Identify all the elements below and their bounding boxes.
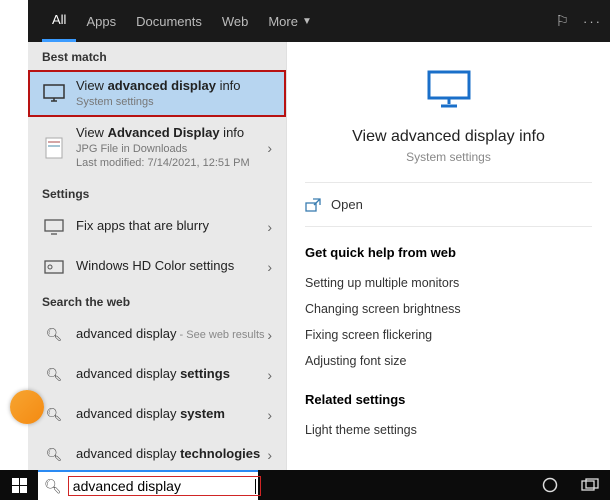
result-settings-2[interactable]: Windows HD Color settings › [28, 247, 286, 287]
open-icon [305, 198, 321, 212]
chevron-right-icon: › [267, 447, 272, 463]
monitor-icon [42, 82, 66, 106]
task-view-button[interactable] [570, 470, 610, 500]
result-title: Windows HD Color settings [76, 258, 267, 275]
chevron-down-icon: ▼ [302, 16, 312, 27]
more-options-icon[interactable]: ··· [583, 14, 602, 29]
chevron-right-icon: › [267, 259, 272, 275]
related-link[interactable]: Light theme settings [305, 417, 592, 443]
feedback-icon[interactable]: ⚐ [556, 12, 569, 30]
tab-apps[interactable]: Apps [76, 0, 126, 42]
result-title: advanced display settings [76, 366, 267, 383]
monitor-icon [427, 70, 471, 114]
search-results-panel: Best match View advanced display info Sy… [28, 42, 286, 470]
chevron-right-icon: › [267, 367, 272, 383]
monitor-icon [42, 215, 66, 239]
result-title: View Advanced Display info [76, 125, 267, 142]
section-search-web: Search the web [28, 287, 286, 315]
tab-all[interactable]: All [42, 0, 76, 42]
help-link[interactable]: Fixing screen flickering [305, 322, 592, 348]
help-link[interactable]: Setting up multiple monitors [305, 270, 592, 296]
text-cursor [255, 479, 256, 494]
detail-subtitle: System settings [305, 150, 592, 164]
chevron-right-icon: › [267, 327, 272, 343]
result-title: advanced display technologies [76, 446, 267, 463]
result-settings-1[interactable]: Fix apps that are blurry › [28, 207, 286, 247]
section-best-match: Best match [28, 42, 286, 70]
start-button[interactable] [0, 470, 38, 500]
result-web-4[interactable]: 🔍︎ advanced display technologies › [28, 435, 286, 470]
chevron-right-icon: › [267, 219, 272, 235]
cortana-button[interactable] [530, 470, 570, 500]
file-icon [42, 136, 66, 160]
section-settings: Settings [28, 179, 286, 207]
tab-more[interactable]: More▼ [258, 0, 322, 42]
result-subtitle: JPG File in Downloads [76, 142, 267, 156]
result-title: advanced display system [76, 406, 267, 423]
help-link[interactable]: Adjusting font size [305, 348, 592, 374]
result-best-match-2[interactable]: View Advanced Display info JPG File in D… [28, 117, 286, 178]
help-section-label: Get quick help from web [305, 245, 592, 260]
taskbar: 🔍︎ [0, 470, 610, 500]
search-icon: 🔍︎ [42, 323, 66, 347]
result-web-1[interactable]: 🔍︎ advanced display - See web results › [28, 315, 286, 355]
chevron-right-icon: › [267, 140, 272, 156]
notification-badge-icon[interactable] [10, 390, 44, 424]
result-subtitle-2: Last modified: 7/14/2021, 12:51 PM [76, 156, 267, 170]
help-link[interactable]: Changing screen brightness [305, 296, 592, 322]
result-web-2[interactable]: 🔍︎ advanced display settings › [28, 355, 286, 395]
search-input[interactable] [73, 478, 254, 494]
result-subtitle: System settings [76, 95, 272, 109]
detail-title: View advanced display info [305, 128, 592, 146]
search-icon: 🔍︎ [42, 363, 66, 387]
tab-web[interactable]: Web [212, 0, 259, 42]
search-icon: 🔍︎ [44, 478, 62, 495]
search-icon: 🔍︎ [42, 443, 66, 467]
tab-documents[interactable]: Documents [126, 0, 212, 42]
search-icon: 🔍︎ [42, 403, 66, 427]
hdcolor-icon [42, 255, 66, 279]
result-detail-panel: View advanced display info System settin… [286, 42, 610, 470]
taskbar-search[interactable]: 🔍︎ [38, 470, 258, 500]
result-web-3[interactable]: 🔍︎ advanced display system › [28, 395, 286, 435]
result-title: Fix apps that are blurry [76, 218, 267, 235]
search-filter-tabs: All Apps Documents Web More▼ ⚐ ··· [28, 0, 610, 42]
related-section-label: Related settings [305, 392, 592, 407]
chevron-right-icon: › [267, 407, 272, 423]
result-best-match-1[interactable]: View advanced display info System settin… [28, 70, 286, 117]
open-action[interactable]: Open [305, 183, 592, 227]
result-title: advanced display - See web results [76, 326, 267, 343]
result-title: View advanced display info [76, 78, 272, 95]
